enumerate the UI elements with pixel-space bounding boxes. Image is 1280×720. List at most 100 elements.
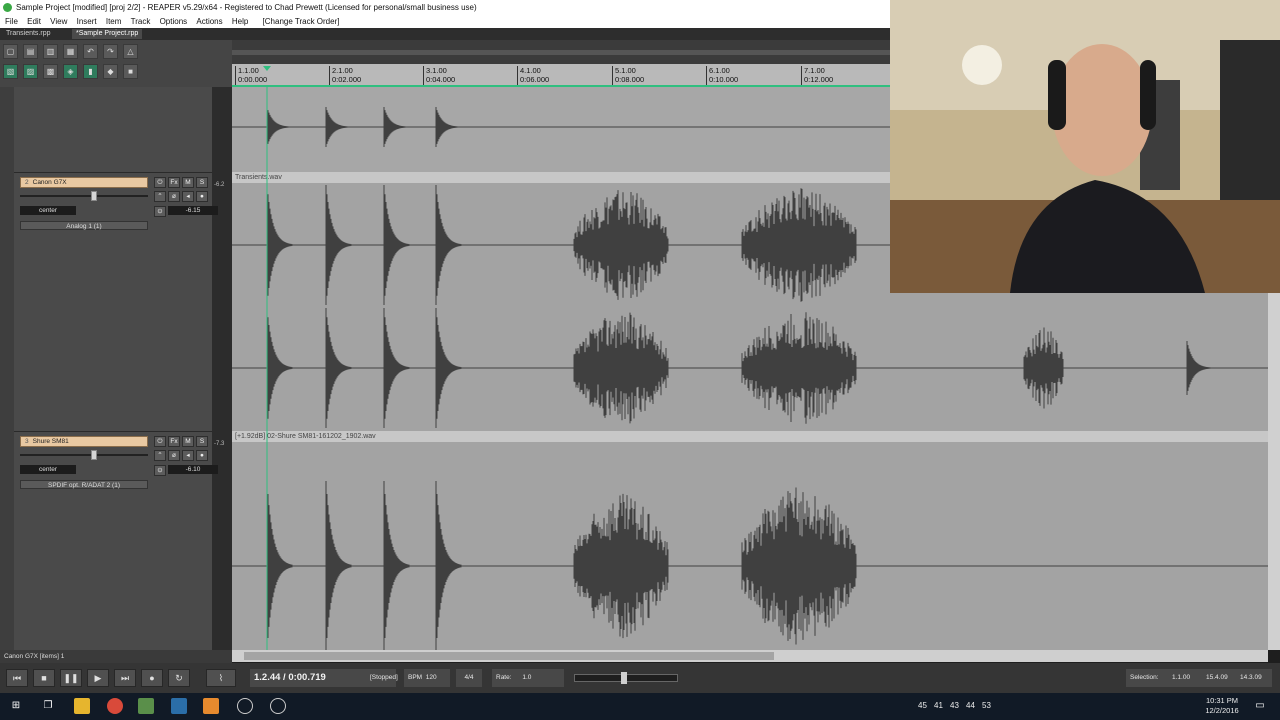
selection-label: Selection: [1130,674,1159,681]
position-display[interactable]: 1.2.44 / 0:00.719 [250,669,368,687]
pan-control[interactable]: center [20,465,76,474]
mute-button[interactable]: M [182,436,194,447]
transport-bar: ⏮ ■ ❚❚ ▶ ⏭ ● ↻ ⌇ 1.2.44 / 0:00.719 [Stop… [0,663,1280,693]
playrate-slider[interactable] [574,672,678,684]
solo-button[interactable]: S [196,177,208,188]
menu-file[interactable]: File [5,15,18,28]
selection-start: 1.1.00 [1172,674,1191,681]
windows-start-icon[interactable]: ⊞ [8,698,24,714]
tray-reading: 44 [966,701,975,710]
envelope-icon[interactable]: ⌃ [154,450,166,461]
menu-help[interactable]: Help [232,15,248,28]
volume-readout[interactable]: -6.15 [168,206,218,215]
volume-slider-handle[interactable] [91,450,98,460]
redo-icon[interactable]: ↷ [103,44,118,59]
repeat-icon[interactable]: ↻ [168,669,190,687]
new-project-icon[interactable]: ▢ [3,44,18,59]
record-arm-icon[interactable]: ⏻ [154,436,166,447]
open-project-icon[interactable]: ▤ [23,44,38,59]
track-meter-label: -6.2 [214,182,225,188]
chrome-icon[interactable] [107,698,123,714]
time-signature-field[interactable]: 4/4 [456,669,482,687]
menu-change-track-order[interactable]: [Change Track Order] [263,15,340,28]
record-input-select[interactable]: SPDIF opt. R/ADAT 2 (1) [20,480,148,489]
ruler-mark: 7.1.00 0:12.000 [801,66,833,85]
menu-insert[interactable]: Insert [77,15,97,28]
menu-view[interactable]: View [50,15,67,28]
solo-button[interactable]: S [196,436,208,447]
project-settings-icon[interactable]: ▦ [63,44,78,59]
mute-button[interactable]: M [182,177,194,188]
monitor-icon[interactable]: ◂ [182,450,194,461]
volume-slider[interactable] [20,195,148,197]
file-explorer-icon[interactable] [74,698,90,714]
record-arm-icon[interactable]: ⏻ [154,177,166,188]
io-routing-icon[interactable]: ⊙ [154,206,166,217]
automation-mode-icon[interactable]: ⌇ [206,669,236,687]
system-clock[interactable]: 10:31 PM 12/2/2016 [1200,696,1244,716]
stop-icon[interactable]: ■ [33,669,55,687]
envelope-icon[interactable]: ⌃ [154,191,166,202]
menu-item[interactable]: Item [106,15,122,28]
ruler-mark: 2.1.00 0:02.000 [329,66,361,85]
menu-track[interactable]: Track [131,15,151,28]
reaper-taskbar-icon[interactable] [138,698,154,714]
fx-button[interactable]: Fx [168,177,180,188]
item-grouping-icon[interactable]: ▨ [23,64,38,79]
bpm-field[interactable]: BPM 120 [404,669,450,687]
metronome-icon[interactable]: △ [123,44,138,59]
horizontal-scrollbar[interactable] [232,650,1268,662]
tool-icon[interactable] [270,698,286,714]
lock-icon[interactable]: ■ [123,64,138,79]
media-app-icon[interactable] [203,698,219,714]
play-cursor-marker-icon[interactable] [263,66,271,71]
go-to-end-icon[interactable]: ⏭ [114,669,136,687]
notification-icon[interactable]: ▭ [1252,698,1268,714]
playrate-slider-handle[interactable] [621,672,627,684]
track-name-field[interactable]: 2 Canon G7X [20,177,148,188]
pan-control[interactable]: center [20,206,76,215]
track-header-canon[interactable]: 2 Canon G7X ⏻ Fx M S ⌃ ø ◂ ● center ⊙ -6.… [14,172,218,431]
phase-icon[interactable]: ø [168,450,180,461]
record-icon[interactable]: ● [141,669,163,687]
timeline-ruler[interactable]: 1.1.00 0:00.000 2.1.00 0:02.000 3.1.00 0:04… [232,64,890,87]
grid-toggle-icon[interactable]: ▧ [3,64,18,79]
go-to-start-icon[interactable]: ⏮ [6,669,28,687]
webcam-video-frame [890,0,1280,293]
ripple-edit-icon[interactable]: ◈ [63,64,78,79]
phase-icon[interactable]: ø [168,191,180,202]
project-tab-sample[interactable]: *Sample Project.rpp [72,29,143,39]
volume-slider-handle[interactable] [91,191,98,201]
app-icon[interactable] [171,698,187,714]
clock-time: 10:31 PM [1205,696,1239,705]
monitor-icon[interactable]: ◂ [182,191,194,202]
selection-display[interactable]: Selection: 1.1.00 15.4.09 14.3.09 [1126,669,1272,687]
rate-field[interactable]: Rate: 1.0 [492,669,564,687]
menu-options[interactable]: Options [160,15,188,28]
master-meter-strip [212,87,232,650]
fx-button[interactable]: Fx [168,436,180,447]
envelope-lock-icon[interactable]: ◆ [103,64,118,79]
obs-icon[interactable] [237,698,253,714]
menu-edit[interactable]: Edit [27,15,41,28]
project-tab-transients[interactable]: Transients.rpp [2,29,54,39]
snap-icon[interactable]: ▩ [43,64,58,79]
io-routing-icon[interactable]: ⊙ [154,465,166,476]
record-mode-icon[interactable]: ● [196,450,208,461]
track-meter-label: -7.3 [214,441,225,447]
track-header-shure[interactable]: 3 Shure SM81 ⏻ Fx M S ⌃ ø ◂ ● center ⊙ -6… [14,431,218,650]
menu-actions[interactable]: Actions [196,15,222,28]
task-view-icon[interactable]: ❐ [40,698,56,714]
save-project-icon[interactable]: ▥ [43,44,58,59]
volume-readout[interactable]: -6.10 [168,465,218,474]
pause-icon[interactable]: ❚❚ [60,669,82,687]
scroll-thumb[interactable] [244,652,774,660]
track-name-field[interactable]: 3 Shure SM81 [20,436,148,447]
auto-crossfade-icon[interactable]: ▮ [83,64,98,79]
record-input-select[interactable]: Analog 1 (1) [20,221,148,230]
undo-icon[interactable]: ↶ [83,44,98,59]
play-icon[interactable]: ▶ [87,669,109,687]
selection-status: Canon G7X [items] 1 [0,650,232,663]
volume-slider[interactable] [20,454,148,456]
record-mode-icon[interactable]: ● [196,191,208,202]
